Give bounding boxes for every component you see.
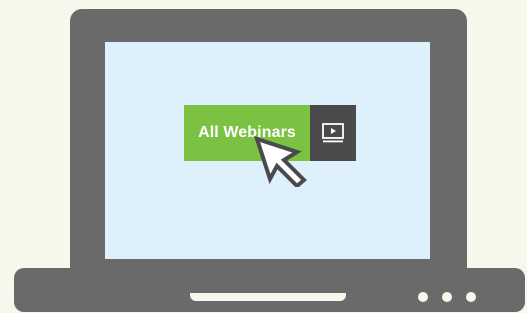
arrow-cursor-icon — [253, 135, 307, 187]
laptop-lid: All Webinars — [70, 9, 467, 279]
video-play-icon — [310, 105, 356, 161]
laptop-screen: All Webinars — [105, 42, 430, 259]
indicator-light-1 — [418, 292, 428, 302]
laptop-base — [14, 268, 525, 312]
indicator-light-2 — [442, 292, 452, 302]
trackpad-slot — [190, 293, 346, 301]
indicator-light-3 — [466, 292, 476, 302]
